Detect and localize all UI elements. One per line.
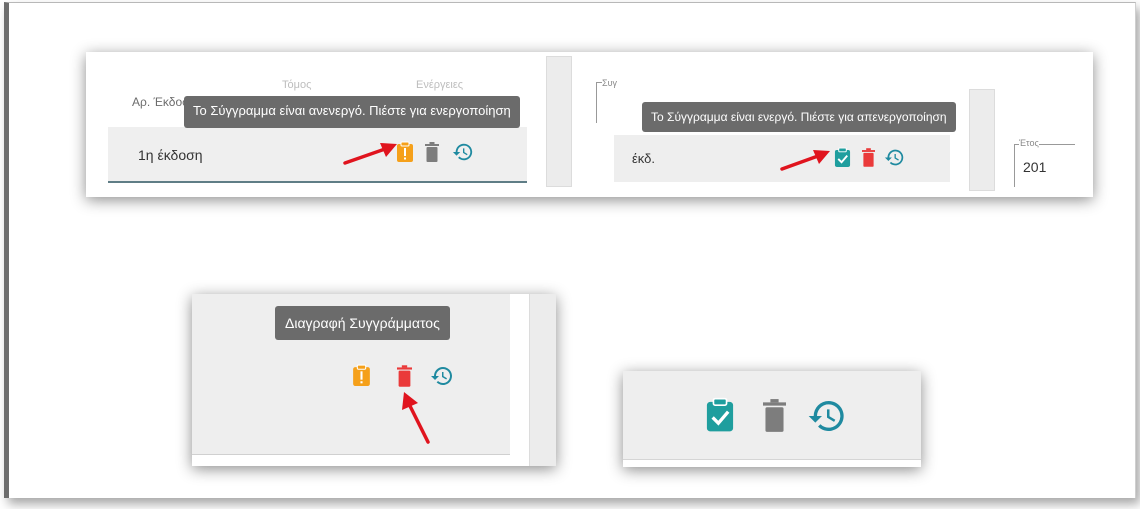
delete-trash-icon[interactable] [862, 148, 875, 167]
pointer-arrow [343, 143, 397, 165]
top-panel: Αρ. Έκδοσης Τόμος Ενέργειες 1η έκδοση Το… [86, 52, 1093, 197]
year-field[interactable]: Έτος 201 [1014, 138, 1075, 187]
table-row[interactable] [623, 371, 921, 460]
active-clipboard-icon[interactable] [705, 397, 735, 433]
active-icons-panel [623, 371, 921, 467]
history-icon[interactable] [430, 364, 454, 388]
tooltip-active: Το Σύγγραμμα είναι ενεργό. Πιέστε για απ… [642, 102, 956, 132]
history-icon[interactable] [807, 396, 847, 436]
history-icon[interactable] [452, 141, 474, 163]
history-icon[interactable] [884, 147, 905, 168]
table-row[interactable]: 1η έκδοση [108, 127, 527, 183]
table-row[interactable]: έκδ. [614, 135, 950, 182]
scrollbar[interactable] [546, 56, 572, 187]
delete-trash-icon[interactable] [425, 142, 439, 162]
year-field-value: 201 [1023, 159, 1047, 175]
tooltip-delete: Διαγραφή Συγγράμματος [275, 306, 450, 340]
scrollbar[interactable] [529, 294, 556, 466]
column-header-actions: Ενέργειες [416, 79, 464, 91]
year-field-label: Έτος [1019, 138, 1039, 148]
delete-panel: Διαγραφή Συγγράμματος [192, 294, 556, 466]
inactive-clipboard-icon[interactable] [352, 364, 371, 387]
edition-label: έκδ. [632, 151, 655, 166]
edition-label: 1η έκδοση [138, 147, 203, 163]
inactive-clipboard-icon[interactable] [396, 141, 414, 163]
pointer-arrow [780, 150, 830, 171]
tooltip-inactive: Το Σύγγραμμα είναι ανενεργό. Πιέστε για … [184, 96, 520, 128]
table-row[interactable]: Διαγραφή Συγγράμματος [192, 294, 510, 455]
field-label: Συγ [602, 78, 617, 88]
column-header-volume: Τόμος [282, 79, 312, 91]
field-outline-left [596, 82, 611, 123]
delete-trash-icon[interactable] [763, 399, 786, 432]
scrollbar[interactable] [969, 89, 995, 191]
delete-trash-icon[interactable] [397, 365, 412, 387]
pointer-arrow [402, 392, 430, 444]
active-clipboard-icon[interactable] [834, 147, 851, 168]
